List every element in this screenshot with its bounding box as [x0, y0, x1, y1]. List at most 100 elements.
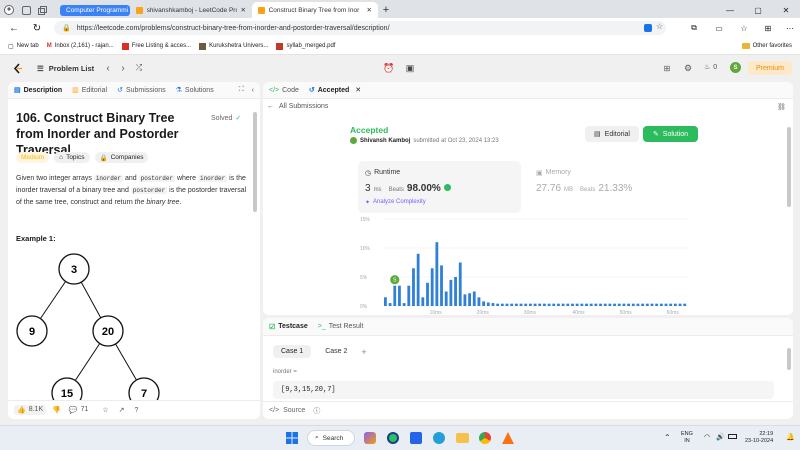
leetcode-logo-icon[interactable]	[12, 63, 23, 74]
chart-bar[interactable]	[673, 303, 677, 306]
chart-bar[interactable]	[683, 303, 687, 306]
close-tab-icon[interactable]: ✕	[241, 6, 246, 14]
chart-bar[interactable]	[589, 303, 593, 306]
shopping-icon[interactable]	[644, 24, 652, 32]
chart-bar[interactable]	[510, 303, 514, 306]
solution-button[interactable]: ✎ Solution	[643, 126, 698, 142]
chart-bar[interactable]	[463, 294, 467, 306]
chart-bar[interactable]	[641, 303, 645, 306]
volume-icon[interactable]: 🔊	[716, 433, 725, 441]
chart-bar[interactable]	[388, 303, 392, 306]
chart-bar[interactable]	[496, 303, 500, 306]
chart-bar[interactable]	[384, 297, 387, 306]
chart-bar[interactable]	[603, 303, 607, 306]
extensions-icon[interactable]: ⧉	[688, 22, 700, 34]
favorites-icon[interactable]: ☆	[738, 22, 750, 34]
chart-bar[interactable]	[524, 303, 528, 306]
chart-bar[interactable]	[421, 297, 425, 306]
tab-actions-icon[interactable]	[34, 2, 50, 18]
layout-icon[interactable]: ⊞	[662, 63, 672, 73]
chart-bar[interactable]	[664, 303, 668, 306]
chart-bar[interactable]	[491, 303, 495, 306]
chart-bar[interactable]	[659, 303, 663, 306]
collections-icon[interactable]: ⊞	[762, 22, 774, 34]
chart-bar[interactable]	[655, 303, 659, 306]
browser-tab[interactable]: shivanshkamboj - LeetCode Profi ✕	[130, 2, 252, 18]
chart-bar[interactable]	[561, 303, 565, 306]
chart-bar[interactable]	[393, 285, 397, 306]
chart-bar[interactable]	[528, 303, 532, 306]
add-case-button[interactable]: +	[361, 347, 366, 357]
timer-icon[interactable]: ⏰	[383, 62, 395, 74]
expand-panel-icon[interactable]: ⛶	[239, 86, 244, 94]
analyze-complexity-link[interactable]: ✦ Analyze Complexity	[365, 199, 426, 206]
chart-bar[interactable]	[468, 293, 471, 306]
chart-bar[interactable]	[430, 268, 434, 306]
chart-bar[interactable]	[398, 285, 401, 306]
chart-bar[interactable]	[449, 279, 453, 306]
chart-bar[interactable]	[557, 303, 560, 306]
profile-icon[interactable]	[0, 2, 18, 18]
new-tab-icon[interactable]: +	[378, 2, 394, 18]
share-icon[interactable]: ↗	[119, 406, 125, 414]
chart-bar[interactable]	[486, 302, 490, 306]
chart-bar[interactable]	[566, 303, 570, 306]
chart-bar[interactable]	[580, 303, 584, 306]
tab-code[interactable]: </> Code	[269, 87, 299, 94]
streak-counter[interactable]: ♨ 0	[704, 63, 717, 72]
chart-bar[interactable]	[458, 262, 462, 307]
refresh-icon[interactable]: ↻	[31, 22, 43, 34]
chart-bar[interactable]	[519, 303, 523, 306]
settings-gear-icon[interactable]: ⚙	[683, 63, 693, 73]
favorite-star-icon[interactable]: ☆	[656, 22, 663, 31]
chart-bar[interactable]	[645, 303, 649, 306]
other-favorites[interactable]: Other favorites	[741, 43, 792, 49]
back-icon[interactable]: ←	[8, 22, 20, 34]
url-field[interactable]: 🔒 https://leetcode.com/problems/construc…	[54, 21, 666, 35]
companies-button[interactable]: 🔒 Companies	[94, 152, 149, 163]
chart-bar[interactable]	[575, 303, 579, 306]
input-field[interactable]: [9,3,15,20,7]	[273, 381, 774, 399]
maximize-icon[interactable]: ▢	[744, 2, 772, 18]
like-button[interactable]: 👍 8.1K	[14, 405, 47, 415]
close-tab-icon[interactable]: ✕	[367, 6, 372, 14]
help-icon[interactable]: ?	[135, 407, 139, 414]
chart-bar[interactable]	[627, 303, 631, 306]
chart-bar[interactable]	[538, 303, 542, 306]
chart-bar[interactable]	[472, 291, 476, 307]
chart-bar[interactable]	[552, 303, 556, 306]
topics-button[interactable]: ⌂ Topics	[54, 152, 90, 163]
collapse-panel-icon[interactable]: ‹	[252, 87, 254, 94]
next-problem-icon[interactable]: ›	[118, 63, 128, 74]
chart-bar[interactable]	[613, 303, 616, 306]
tab-editorial[interactable]: ▥ Editorial	[72, 86, 107, 95]
chrome-icon[interactable]	[479, 432, 491, 444]
bookmark-inbox[interactable]: M Inbox (2,161) - rajan...	[47, 43, 114, 49]
testcase-scrollbar[interactable]	[787, 348, 791, 370]
start-button[interactable]	[286, 432, 298, 444]
tab-testcase[interactable]: ☑ Testcase	[269, 323, 308, 331]
difficulty-badge[interactable]: Medium	[16, 152, 50, 163]
workspaces-icon[interactable]	[18, 2, 34, 18]
description-scrollbar[interactable]	[253, 112, 257, 212]
chart-bar[interactable]	[533, 303, 537, 306]
chart-bar[interactable]	[435, 242, 439, 306]
chart-bar[interactable]	[622, 303, 626, 306]
premium-button[interactable]: Premium	[748, 61, 792, 75]
tab-submissions[interactable]: ↺ Submissions	[117, 86, 166, 95]
show-hidden-icons[interactable]: ⌃	[664, 433, 671, 442]
chart-bar[interactable]	[571, 303, 574, 306]
submission-scrollbar[interactable]	[787, 127, 791, 207]
chart-bar[interactable]	[407, 285, 411, 306]
chart-bar[interactable]	[678, 303, 682, 306]
bookmark-kurukshetra[interactable]: Kurukshetra Univers...	[199, 42, 268, 50]
memory-card[interactable]: ▣ Memory 27.76 MB Beats 21.33%	[529, 161, 692, 213]
prev-problem-icon[interactable]: ‹	[103, 63, 113, 74]
notes-icon[interactable]: ▣	[404, 62, 416, 74]
submitter-name[interactable]: Shivansh Kamboj	[360, 138, 410, 144]
notifications-icon[interactable]: 🔔	[786, 433, 795, 441]
chart-bar[interactable]	[477, 297, 481, 306]
info-icon[interactable]: ⓘ	[313, 406, 320, 416]
chart-bar[interactable]	[482, 301, 486, 306]
chart-bar[interactable]	[505, 303, 509, 306]
